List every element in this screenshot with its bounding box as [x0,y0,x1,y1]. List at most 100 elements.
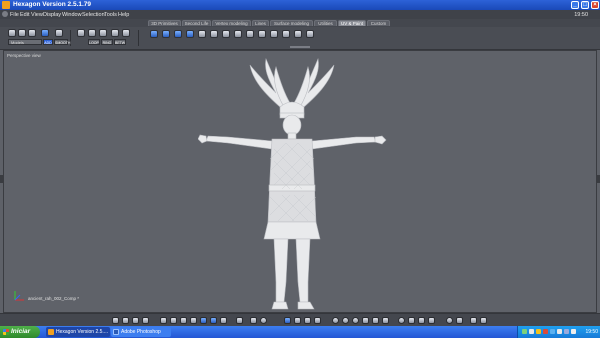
uv-tool-6-icon[interactable] [210,30,218,38]
uv-tool-4-icon[interactable] [186,30,194,38]
shading-1-icon[interactable] [160,317,167,324]
tray-icon-2[interactable] [529,329,534,334]
view-mode-2-icon[interactable] [122,317,129,324]
add-button[interactable]: ADD [43,39,53,45]
preset-dropdown[interactable]: Models [8,39,42,45]
edge-select-icon[interactable] [88,29,96,37]
paint-select-icon[interactable] [28,29,36,37]
tray-icon-4[interactable] [543,329,548,334]
uv-tool-7-icon[interactable] [222,30,230,38]
render-4-icon[interactable] [480,317,487,324]
menu-window[interactable]: Window [62,12,82,18]
shading-7-icon[interactable] [220,317,227,324]
tray-icon-8[interactable] [571,329,576,334]
uv-tool-8-icon[interactable] [234,30,242,38]
menu-help[interactable]: Help [118,12,129,18]
network-icon[interactable] [564,329,569,334]
light-3-icon[interactable] [418,317,425,324]
tray-icon-3[interactable] [536,329,541,334]
render-2-icon[interactable] [456,317,463,324]
render-1-icon[interactable] [446,317,453,324]
taskbar-item-label: Hexagon Version 2.5.... [56,329,108,335]
camera-fit-icon[interactable] [362,317,369,324]
taskbar-item-hexagon[interactable]: Hexagon Version 2.5.... [46,327,110,337]
sphere-display-icon[interactable] [260,317,267,324]
uv-tool-12-icon[interactable] [282,30,290,38]
tab-custom[interactable]: Custom [367,20,390,26]
speaker-icon[interactable] [557,329,562,334]
tab-surface-modeling[interactable]: Surface modeling [270,20,313,26]
tab-vertex-modeling[interactable]: Vertex modeling [212,20,251,26]
object-mode-icon[interactable] [41,29,49,37]
tray-icon-1[interactable] [522,329,527,334]
universal-tool-icon[interactable] [314,317,321,324]
light-4-icon[interactable] [428,317,435,324]
uv-tool-11-icon[interactable] [270,30,278,38]
camera-pan-icon[interactable] [342,317,349,324]
taskbar-item-photoshop[interactable]: Adobe Photoshop [111,327,171,337]
minimize-button[interactable]: _ [571,1,579,9]
tab-uv-paint[interactable]: UV & Paint [338,20,366,26]
auto-select-icon[interactable] [111,29,119,37]
uv-tool-2-icon[interactable] [162,30,170,38]
tab-utilities[interactable]: Utilities [314,20,337,26]
shading-5-icon[interactable] [200,317,207,324]
menu-edit[interactable]: Edit [20,12,29,18]
camera-zoom-icon[interactable] [352,317,359,324]
menu-display[interactable]: Display [43,12,61,18]
uv-tool-10-icon[interactable] [258,30,266,38]
uv-tool-5-icon[interactable] [198,30,206,38]
close-button[interactable]: × [591,1,599,9]
light-1-icon[interactable] [398,317,405,324]
tab-lines[interactable]: Lines [252,20,269,26]
shading-6-icon[interactable] [210,317,217,324]
uv-tool-14-icon[interactable] [306,30,314,38]
render-3-icon[interactable] [470,317,477,324]
toolbar-resize-handle[interactable] [290,46,310,48]
uv-tool-3-icon[interactable] [174,30,182,38]
rotate-tool-icon[interactable] [294,317,301,324]
hexagon-app-icon [2,1,10,9]
magnet-icon[interactable] [55,29,63,37]
tab-second-life[interactable]: Second Life [182,20,211,26]
character-model[interactable] [198,57,388,312]
camera-orbit-icon[interactable] [332,317,339,324]
grid-toggle-icon[interactable] [236,317,243,324]
windows-logo-icon [3,329,9,335]
lasso-select-icon[interactable] [18,29,26,37]
shading-3-icon[interactable] [180,317,187,324]
shading-4-icon[interactable] [190,317,197,324]
tray-icon-5[interactable] [550,329,555,334]
tool-tabs-row: 3D Primitives Second Life Vertex modelin… [0,19,600,27]
ring-button[interactable]: RING [101,39,113,45]
scale-tool-icon[interactable] [304,317,311,324]
menu-selection[interactable]: Selection [82,12,105,18]
camera-reset-icon[interactable] [382,317,389,324]
move-tool-icon[interactable] [284,317,291,324]
display-option-icon[interactable] [250,317,257,324]
light-2-icon[interactable] [408,317,415,324]
smooth-button[interactable]: SMOOTH [54,39,70,45]
loop-button[interactable]: LOOP [88,39,100,45]
menu-view[interactable]: View [31,12,43,18]
vertex-select-icon[interactable] [77,29,85,37]
uv-tool-13-icon[interactable] [294,30,302,38]
start-button[interactable]: Iniciar [0,326,40,338]
uv-tool-1-icon[interactable] [150,30,158,38]
select-arrow-icon[interactable] [8,29,16,37]
perspective-viewport[interactable]: Perspective view ancient_rah_002_Comp * [3,50,597,313]
maximize-button[interactable]: □ [581,1,589,9]
tab-3d-primitives[interactable]: 3D Primitives [148,20,181,26]
view-mode-1-icon[interactable] [112,317,119,324]
uv-tool-9-icon[interactable] [246,30,254,38]
menu-file[interactable]: File [10,12,19,18]
component-select-icon[interactable] [122,29,130,37]
between-button[interactable]: BETW [114,39,126,45]
camera-frame-icon[interactable] [372,317,379,324]
menu-tools[interactable]: Tools [104,12,117,18]
view-mode-4-icon[interactable] [142,317,149,324]
view-mode-3-icon[interactable] [132,317,139,324]
face-select-icon[interactable] [99,29,107,37]
left-panel-handle[interactable] [0,175,3,183]
shading-2-icon[interactable] [170,317,177,324]
